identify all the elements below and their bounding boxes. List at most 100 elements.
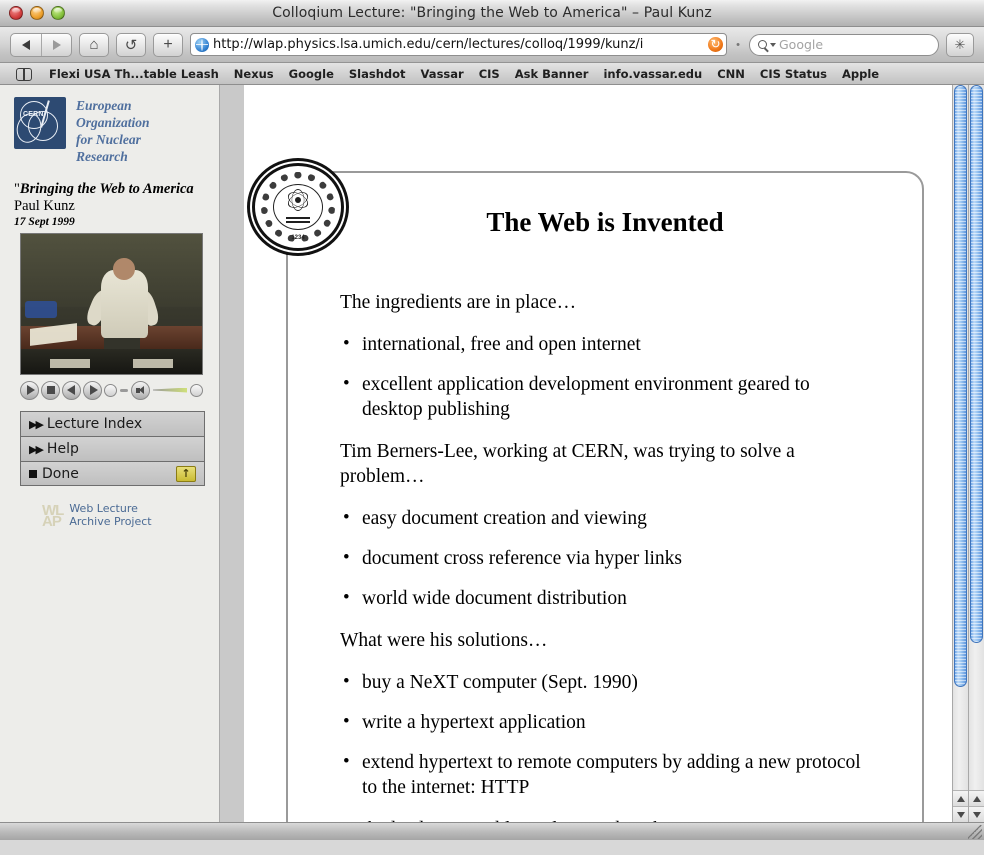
globe-favicon-icon (195, 37, 209, 52)
lecture-index-button[interactable]: ▶▶ Lecture Index (20, 411, 205, 436)
bookmark-item[interactable]: Flexi USA Th...table Leash (49, 67, 219, 81)
window-controls (9, 6, 65, 20)
page-content: CERN European Organization for Nuclear R… (0, 85, 984, 822)
reload-button[interactable]: ↺ (116, 32, 146, 57)
report-bug-button[interactable]: ✳ (946, 32, 974, 57)
lecture-title-text: Bringing the Web to America (19, 181, 194, 197)
slide-bullet: extend hypertext to remote computers by … (340, 749, 870, 800)
rewind-icon (66, 385, 75, 395)
title-bar: Colloqium Lecture: "Bringing the Web to … (0, 0, 984, 27)
done-button[interactable]: Done (20, 461, 205, 486)
play-icon (26, 385, 35, 395)
back-button[interactable] (11, 34, 41, 56)
bookmark-item[interactable]: Nexus (234, 67, 274, 81)
slide-frame-scrollbar[interactable] (952, 85, 968, 822)
search-field[interactable]: Google (749, 33, 939, 56)
bookmark-item[interactable]: CNN (717, 67, 745, 81)
stop-button[interactable] (41, 380, 60, 400)
navigation-buttons (10, 32, 72, 57)
institutional-seal-icon: 1234 (252, 163, 344, 251)
wlap-monogram-line: AP (42, 512, 62, 530)
bookmark-item[interactable]: CIS (479, 67, 500, 81)
lecture-video[interactable] (20, 233, 203, 375)
lecture-title: "Bringing the Web to America (14, 181, 219, 198)
forward-button[interactable] (83, 380, 102, 400)
lecture-date: 17 Sept 1999 (14, 216, 75, 228)
folder-up-icon[interactable] (176, 465, 196, 482)
forward-button[interactable] (41, 33, 71, 56)
lecture-speaker: Paul Kunz (14, 198, 75, 214)
search-placeholder: Google (779, 37, 824, 52)
volume-button[interactable] (131, 380, 150, 400)
book-icon[interactable] (16, 68, 32, 81)
slide-bullet: write a hypertext application (340, 709, 870, 735)
search-icon (758, 40, 767, 49)
address-bar-value: http://wlap.physics.lsa.umich.edu/cern/l… (213, 37, 644, 52)
scroll-up-button[interactable] (953, 790, 968, 806)
done-label: Done (42, 465, 79, 482)
resize-grip-icon[interactable] (968, 825, 982, 839)
browser-window: Colloqium Lecture: "Bringing the Web to … (0, 0, 984, 855)
slide-scroll-area: 1234 The Web is Invented The ingredients… (244, 85, 968, 822)
stop-reload-icon[interactable] (708, 37, 723, 52)
bookmark-item[interactable]: Apple (842, 67, 879, 81)
scroll-up-button[interactable] (969, 790, 984, 806)
slide-bullet: international, free and open internet (340, 331, 870, 357)
slide-frame-scroll-arrows (953, 790, 968, 822)
address-bar[interactable]: http://wlap.physics.lsa.umich.edu/cern/l… (190, 33, 727, 56)
cern-org-name: European Organization for Nuclear Resear… (76, 97, 150, 165)
cern-org-line: Research (76, 149, 128, 164)
home-icon: ⌂ (89, 36, 99, 53)
bug-icon: ✳ (954, 36, 966, 52)
window-scroll-thumb[interactable] (970, 85, 983, 643)
slide-bullet: world wide document distribution (340, 585, 870, 611)
play-button[interactable] (20, 380, 46, 400)
bookmark-item[interactable]: Ask Banner (515, 67, 589, 81)
scrubber-track[interactable] (120, 388, 128, 392)
home-button[interactable]: ⌂ (79, 32, 109, 57)
seal-year: 1234 (291, 235, 305, 241)
help-button[interactable]: ▶▶ Help (20, 436, 205, 461)
presentation-slide: The Web is Invented The ingredients are … (286, 171, 924, 822)
slide-bullet: document cross reference via hyper links (340, 545, 870, 571)
window-scrollbar[interactable] (968, 85, 984, 822)
window-title: Colloqium Lecture: "Bringing the Web to … (272, 5, 712, 21)
help-label: Help (46, 441, 79, 457)
cern-org-line: for Nuclear (76, 132, 141, 147)
browser-toolbar: ⌂ ↺ + http://wlap.physics.lsa.umich.edu/… (0, 27, 984, 63)
arrow-up-icon (956, 795, 965, 802)
add-bookmark-button[interactable]: + (153, 32, 183, 57)
bookmark-item[interactable]: Vassar (421, 67, 464, 81)
window-scroll-arrows (969, 790, 984, 822)
slide-bullet: easy document creation and viewing (340, 505, 870, 531)
fast-forward-icon (89, 385, 98, 395)
cern-org-line: Organization (76, 115, 150, 130)
slide-bullet-list: international, free and open internet ex… (340, 331, 870, 422)
rewind-button[interactable] (62, 380, 81, 400)
slide-paragraph: The ingredients are in place… (340, 292, 577, 313)
scroll-down-button[interactable] (969, 806, 984, 822)
bookmark-item[interactable]: CIS Status (760, 67, 827, 81)
stop-icon (46, 386, 55, 394)
slide-bullet: excellent application development enviro… (340, 371, 870, 422)
bookmark-item[interactable]: Slashdot (349, 67, 406, 81)
bookmark-item[interactable]: Google (289, 67, 334, 81)
lecture-index-label: Lecture Index (46, 416, 143, 432)
zoom-button[interactable] (51, 6, 65, 20)
slide-pane: 1234 The Web is Invented The ingredients… (220, 85, 984, 822)
volume-track[interactable] (153, 387, 187, 393)
volume-handle[interactable] (190, 383, 203, 397)
close-button[interactable] (9, 6, 23, 20)
slide-frame-scroll-thumb[interactable] (954, 85, 967, 687)
minimize-button[interactable] (30, 6, 44, 20)
slide-bullet: buy a NeXT computer (Sept. 1990) (340, 669, 870, 695)
sidebar-buttons: ▶▶ Lecture Index ▶▶ Help Done (20, 411, 205, 486)
scroll-down-button[interactable] (953, 806, 968, 822)
cern-logo-label: CERN (23, 111, 44, 118)
fast-forward-icon: ▶▶ (29, 417, 44, 431)
chevron-down-icon[interactable] (770, 42, 776, 47)
arrow-left-icon (22, 39, 30, 50)
bookmark-item[interactable]: info.vassar.edu (603, 67, 702, 81)
fast-forward-icon: ▶▶ (29, 442, 44, 456)
scrubber-handle[interactable] (104, 383, 117, 397)
